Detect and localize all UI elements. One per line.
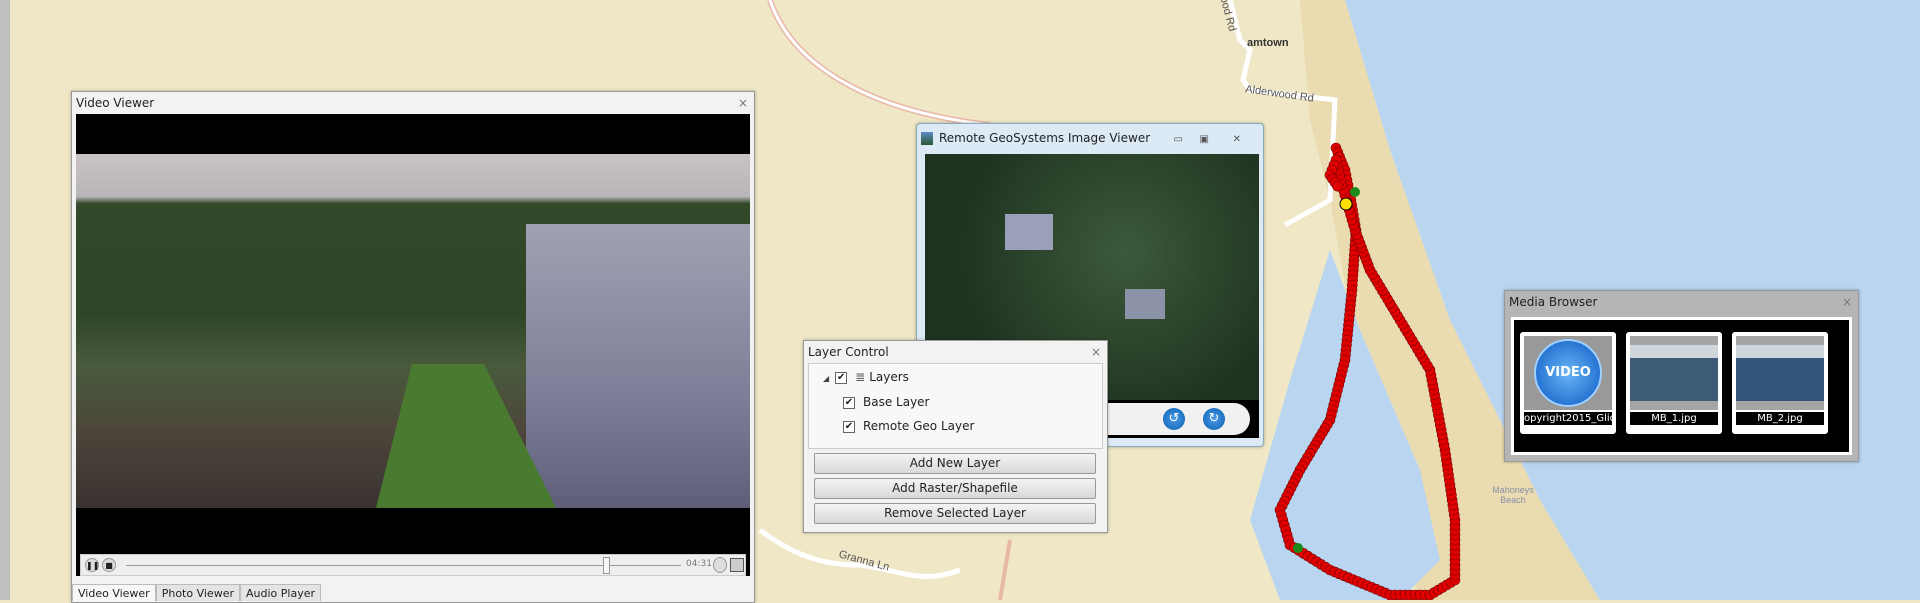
add-raster-shapefile-button[interactable]: Add Raster/Shapefile <box>814 478 1096 499</box>
road <box>768 0 991 127</box>
layer-label: Base Layer <box>863 395 930 409</box>
stop-button[interactable]: ■ <box>102 558 116 572</box>
video-area[interactable]: ❚❚ ■ 04:31 <box>76 114 750 576</box>
photo-thumbnail <box>1630 336 1718 410</box>
close-icon[interactable]: × <box>1842 291 1852 313</box>
waypoint-marker <box>1293 543 1303 553</box>
close-icon[interactable]: × <box>1091 341 1101 363</box>
layer-tree-root[interactable]: ◢ ✔ ≣ Layers <box>809 370 1102 390</box>
seek-thumb[interactable] <box>603 557 611 574</box>
minimize-button[interactable]: ▭ <box>1174 126 1183 154</box>
remote-geo-layer-checkbox[interactable]: ✔ <box>843 420 855 433</box>
close-button[interactable]: ✕ <box>1233 126 1241 154</box>
volume-icon[interactable] <box>713 557 727 573</box>
video-viewer-title: Video Viewer <box>76 96 155 110</box>
pause-button[interactable]: ❚❚ <box>85 558 99 572</box>
layer-control-window: Layer Control × ◢ ✔ ≣ Layers ✔ Base Layer ✔ Re… <box>803 340 1108 533</box>
current-position-marker <box>1339 197 1353 211</box>
media-item-photo[interactable]: MB_1.jpg <box>1626 332 1722 434</box>
tab-photo-viewer[interactable]: Photo Viewer <box>155 584 240 601</box>
video-viewer-window: Video Viewer × ❚❚ ■ 04:31 Video Viewer Pho… <box>71 91 755 603</box>
layer-label: Remote Geo Layer <box>863 419 975 433</box>
media-grid: VIDEO opyright2015_Gliden MB_1.jpg MB_2.… <box>1511 317 1852 455</box>
media-item-video[interactable]: VIDEO opyright2015_Gliden <box>1520 332 1616 434</box>
rotate-right-button[interactable]: ↻ <box>1203 408 1225 430</box>
media-caption: MB_2.jpg <box>1736 412 1824 425</box>
layers-label: Layers <box>869 370 909 384</box>
track-point <box>1332 180 1343 192</box>
media-caption: opyright2015_Gliden <box>1524 412 1612 425</box>
viewer-tabs: Video Viewer Photo Viewer Audio Player <box>72 584 321 601</box>
waypoint-marker <box>1350 187 1360 197</box>
close-icon[interactable]: × <box>738 92 748 114</box>
rotate-left-button[interactable]: ↺ <box>1163 408 1185 430</box>
layer-tree: ◢ ✔ ≣ Layers ✔ Base Layer ✔ Remote Geo Layer <box>808 363 1103 449</box>
base-layer-checkbox[interactable]: ✔ <box>843 396 855 409</box>
tab-audio-player[interactable]: Audio Player <box>240 584 321 601</box>
add-new-layer-button[interactable]: Add New Layer <box>814 453 1096 474</box>
expand-icon[interactable]: ◢ <box>823 374 829 383</box>
media-caption: MB_1.jpg <box>1630 412 1718 425</box>
media-browser-window: Media Browser × VIDEO opyright2015_Gliden… <box>1504 290 1859 462</box>
player-controls: ❚❚ ■ 04:31 <box>80 554 746 576</box>
time-display: 04:31 <box>686 559 712 569</box>
media-browser-titlebar[interactable]: Media Browser × <box>1505 291 1858 313</box>
remove-selected-layer-button[interactable]: Remove Selected Layer <box>814 503 1096 524</box>
layers-checkbox[interactable]: ✔ <box>835 371 848 384</box>
database-icon: ≣ <box>855 370 866 384</box>
map-left-border <box>0 0 10 600</box>
maximize-button[interactable]: ▣ <box>1200 126 1209 154</box>
fullscreen-icon[interactable] <box>730 558 744 572</box>
app-icon <box>921 132 933 145</box>
seek-slider[interactable] <box>126 565 681 566</box>
video-thumbnail: VIDEO <box>1524 336 1612 410</box>
layer-item[interactable]: ✔ Base Layer <box>809 390 1102 414</box>
map-label-beach: Mahoneys Beach <box>1492 485 1534 505</box>
map-label-town: amtown <box>1247 37 1289 49</box>
road-right <box>998 539 1012 600</box>
layer-control-titlebar[interactable]: Layer Control × <box>804 341 1107 363</box>
photo-thumbnail <box>1736 336 1824 410</box>
image-viewer-titlebar[interactable]: Remote GeoSystems Image Viewer ▭ ▣ ✕ <box>917 124 1263 152</box>
layer-control-title: Layer Control <box>808 345 889 359</box>
tab-video-viewer[interactable]: Video Viewer <box>72 584 156 601</box>
layer-item[interactable]: ✔ Remote Geo Layer <box>809 414 1102 438</box>
road <box>767 0 991 128</box>
video-icon: VIDEO <box>1534 339 1602 407</box>
image-viewer-title: Remote GeoSystems Image Viewer <box>939 131 1151 145</box>
video-frame <box>76 154 750 508</box>
media-item-photo[interactable]: MB_2.jpg <box>1732 332 1828 434</box>
media-browser-title: Media Browser <box>1509 295 1598 309</box>
video-viewer-titlebar[interactable]: Video Viewer × <box>72 92 754 114</box>
